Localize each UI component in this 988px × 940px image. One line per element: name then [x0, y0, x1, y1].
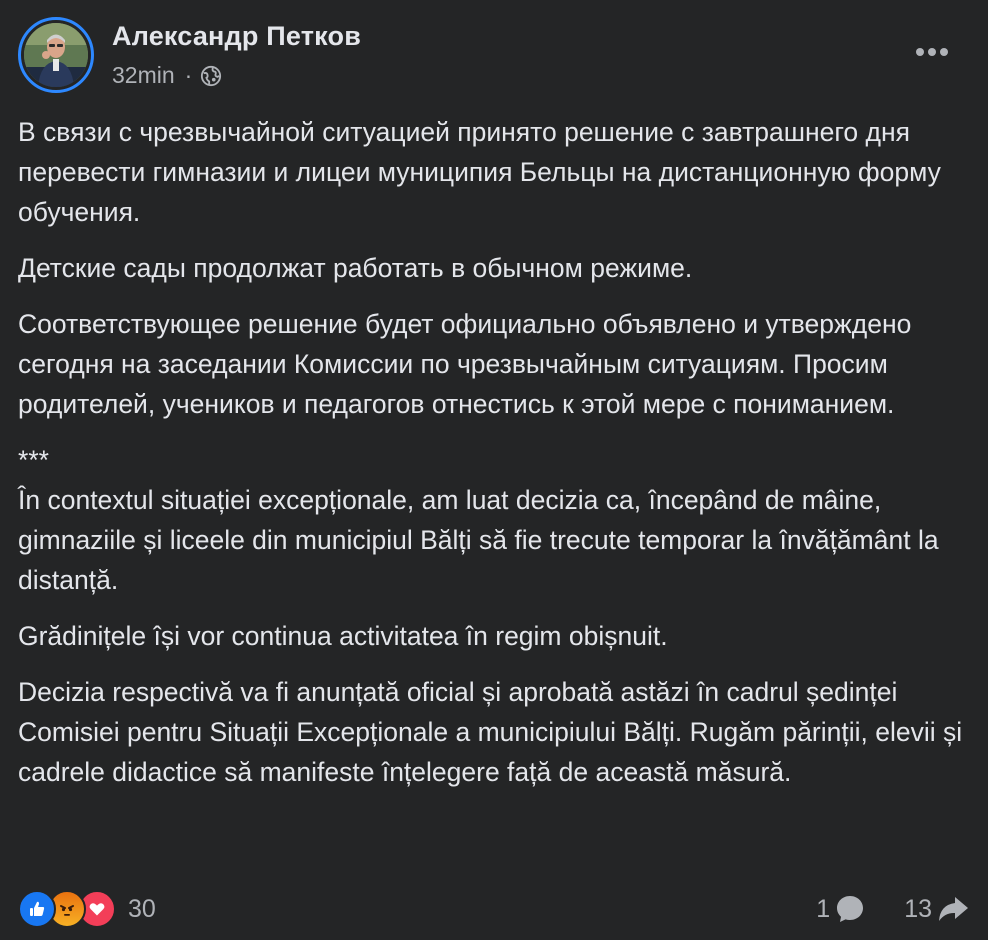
post-paragraph: В связи с чрезвычайной ситуацией принято…	[18, 117, 941, 227]
post-body: В связи с чрезвычайной ситуацией принято…	[18, 112, 973, 808]
avatar-photo	[24, 23, 88, 87]
reaction-count: 30	[128, 894, 156, 923]
more-options-icon[interactable]	[914, 34, 950, 70]
post-time[interactable]: 32min	[112, 62, 175, 89]
post-paragraph: Соответствующее решение будет официально…	[18, 309, 912, 419]
reactions-summary[interactable]: 30	[18, 890, 156, 928]
post-stats: 1 13	[816, 893, 970, 925]
facebook-post: Александр Петков 32min · В связи с чрезв…	[0, 0, 988, 940]
share-icon	[939, 897, 968, 921]
globe-icon[interactable]	[200, 65, 222, 87]
post-paragraph: Grădinițele își vor continua activitatea…	[18, 621, 668, 651]
post-paragraph: În contextul situației excepționale, am …	[18, 485, 939, 595]
post-separator: ***	[18, 445, 49, 475]
shares-button[interactable]: 13	[904, 893, 970, 925]
like-icon	[18, 890, 56, 928]
shares-count: 13	[904, 894, 932, 923]
post-header: Александр Петков 32min ·	[18, 14, 361, 96]
post-footer: 30 1 13	[18, 886, 970, 932]
separator-dot: ·	[184, 62, 193, 88]
comment-icon	[837, 896, 864, 922]
post-paragraph: Decizia respectivă va fi anunțată oficia…	[18, 677, 963, 787]
post-meta: Александр Петков 32min ·	[112, 21, 361, 89]
comments-button[interactable]: 1	[816, 893, 866, 925]
comments-count: 1	[816, 894, 831, 923]
author-name[interactable]: Александр Петков	[112, 21, 361, 52]
post-paragraph: Детские сады продолжат работать в обычно…	[18, 253, 693, 283]
avatar[interactable]	[18, 17, 94, 93]
post-subtitle: 32min ·	[112, 62, 361, 89]
